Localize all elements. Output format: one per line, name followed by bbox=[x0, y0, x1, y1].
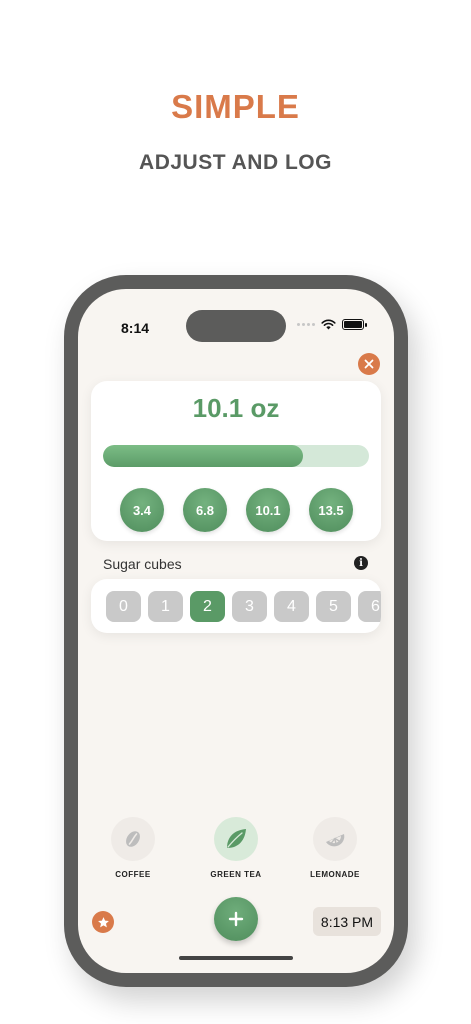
wifi-icon bbox=[321, 319, 336, 330]
preset-button[interactable]: 6.8 bbox=[183, 488, 227, 532]
coffee-bean-icon bbox=[111, 817, 155, 861]
drink-label: LEMONADE bbox=[310, 870, 360, 879]
lemon-slice-icon bbox=[313, 817, 357, 861]
sugar-option-button[interactable]: 4 bbox=[274, 591, 309, 622]
sugar-cubes-list: 0 1 2 3 4 5 6 bbox=[106, 591, 381, 622]
sugar-option-button[interactable]: 2 bbox=[190, 591, 225, 622]
battery-icon bbox=[342, 319, 367, 330]
sugar-cubes-selector[interactable]: 0 1 2 3 4 5 6 bbox=[91, 579, 381, 633]
app-screen: 8:14 10.1 oz 3.4 6.8 10.1 13.5 Sugar cub… bbox=[78, 289, 394, 973]
sugar-option-button[interactable]: 6 bbox=[358, 591, 381, 622]
sugar-option-button[interactable]: 0 bbox=[106, 591, 141, 622]
sugar-cubes-label: Sugar cubes bbox=[103, 556, 182, 572]
close-icon bbox=[364, 359, 374, 369]
close-button[interactable] bbox=[358, 353, 380, 375]
drink-label: COFFEE bbox=[115, 870, 151, 879]
log-time-picker[interactable]: 8:13 PM bbox=[313, 907, 381, 936]
drink-label: GREEN TEA bbox=[210, 870, 262, 879]
sugar-option-button[interactable]: 3 bbox=[232, 591, 267, 622]
plus-icon bbox=[228, 911, 244, 927]
home-indicator bbox=[179, 956, 293, 960]
amount-card: 10.1 oz 3.4 6.8 10.1 13.5 bbox=[91, 381, 381, 541]
phone-frame: 8:14 10.1 oz 3.4 6.8 10.1 13.5 Sugar cub… bbox=[64, 275, 408, 987]
status-bar-icons bbox=[297, 319, 367, 330]
preset-amounts: 3.4 6.8 10.1 13.5 bbox=[120, 488, 353, 532]
sugar-option-button[interactable]: 1 bbox=[148, 591, 183, 622]
status-bar-time: 8:14 bbox=[121, 320, 150, 336]
dynamic-island bbox=[186, 310, 286, 342]
preset-button[interactable]: 3.4 bbox=[120, 488, 164, 532]
marketing-headline: SIMPLE bbox=[171, 88, 300, 125]
drink-green-tea[interactable]: GREEN TEA bbox=[191, 817, 281, 879]
amount-slider-fill bbox=[103, 445, 303, 467]
add-log-button[interactable] bbox=[214, 897, 258, 941]
sugar-option-button[interactable]: 5 bbox=[316, 591, 351, 622]
info-icon[interactable]: i bbox=[354, 556, 368, 570]
marketing-subheadline: ADJUST AND LOG bbox=[139, 151, 332, 174]
leaf-icon bbox=[214, 817, 258, 861]
drink-coffee[interactable]: COFFEE bbox=[88, 817, 178, 879]
drink-lemonade[interactable]: LEMONADE bbox=[290, 817, 380, 879]
amount-value: 10.1 oz bbox=[192, 393, 280, 423]
amount-slider[interactable] bbox=[103, 445, 369, 467]
signal-icon bbox=[297, 323, 315, 326]
preset-button[interactable]: 13.5 bbox=[309, 488, 353, 532]
preset-button[interactable]: 10.1 bbox=[246, 488, 290, 532]
favorites-button[interactable] bbox=[92, 911, 114, 933]
star-icon bbox=[97, 916, 109, 927]
